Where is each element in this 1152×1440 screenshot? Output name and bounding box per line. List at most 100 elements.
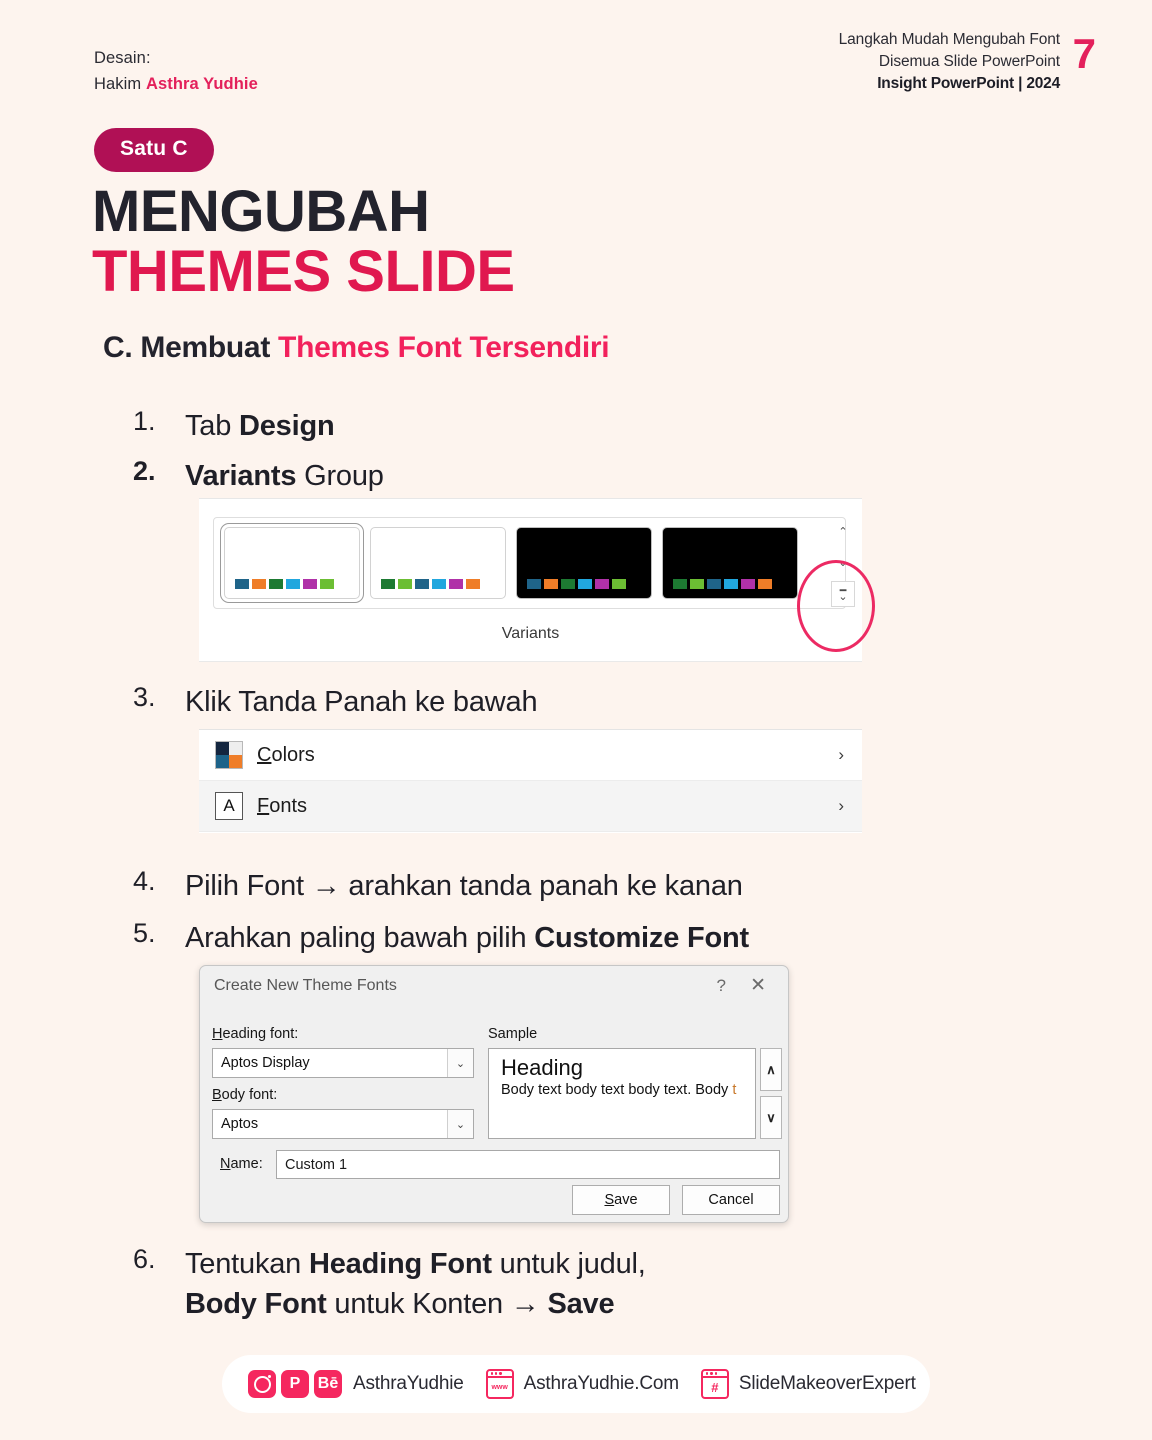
- variant-thumbnail[interactable]: [370, 527, 506, 599]
- color-swatch: [527, 579, 541, 589]
- section-badge: Satu C: [94, 128, 214, 172]
- window-titlebar: [487, 1371, 512, 1378]
- colors-icon-quadrant: [229, 742, 242, 755]
- step-text: Klik Tanda Panah ke bawah: [185, 686, 538, 718]
- variant-color-swatches: [235, 579, 334, 589]
- color-swatch: [303, 579, 317, 589]
- step-item-2: 2. Variants Group: [133, 456, 384, 496]
- section-heading-highlight: Themes Font Tersendiri: [278, 331, 610, 364]
- sample-body-text: Body text body text body text. Body t: [501, 1082, 737, 1098]
- dialog-title: Create New Theme Fonts: [214, 977, 397, 994]
- chevron-down-icon[interactable]: ⌄: [447, 1110, 473, 1138]
- colors-swatch-icon: [215, 741, 243, 769]
- variant-color-swatches: [673, 579, 772, 589]
- colors-icon-quadrant: [216, 742, 229, 755]
- topic-line-1: Langkah Mudah Mengubah Font: [838, 31, 1060, 48]
- step-item-1: 1. Tab Design: [133, 406, 335, 446]
- hash-glyph: #: [711, 1380, 719, 1395]
- page-title-line-2: THEMES SLIDE: [92, 239, 515, 304]
- sample-preview: Heading Body text body text body text. B…: [488, 1048, 756, 1139]
- sample-label: Sample: [488, 1026, 538, 1042]
- color-swatch: [449, 579, 463, 589]
- website-text: AsthraYudhie.Com: [523, 1373, 679, 1394]
- variant-thumbnail[interactable]: [516, 527, 652, 599]
- step-text: Tab Design: [185, 410, 335, 442]
- www-glyph: www: [491, 1384, 508, 1391]
- instagram-icon[interactable]: [248, 1370, 276, 1398]
- color-swatch: [252, 579, 266, 589]
- chevron-down-icon[interactable]: ⌄: [447, 1049, 473, 1077]
- variants-gallery-screenshot: ⌃ ⌄ ━ ⌄ Variants: [199, 498, 862, 662]
- colors-icon-quadrant: [229, 755, 242, 768]
- step-text: Variants Group: [185, 460, 384, 492]
- menu-item-fonts[interactable]: A Fonts ›: [199, 781, 862, 832]
- step-text: Arahkan paling bawah pilih Customize Fon…: [185, 922, 749, 954]
- section-heading: C. Membuat Themes Font Tersendiri: [103, 331, 610, 365]
- color-swatch: [286, 579, 300, 589]
- color-swatch: [673, 579, 687, 589]
- create-new-theme-fonts-dialog: Create New Theme Fonts ? ✕ Heading font:…: [199, 965, 789, 1223]
- scroll-up-icon[interactable]: ⌃: [831, 519, 855, 545]
- pinterest-icon[interactable]: P: [281, 1370, 309, 1398]
- color-swatch: [595, 579, 609, 589]
- chevron-right-icon: ›: [838, 796, 844, 815]
- color-swatch: [320, 579, 334, 589]
- topic-line-3: Insight PowerPoint | 2024: [877, 75, 1060, 92]
- sample-scrollbar[interactable]: ∧ ∨: [760, 1048, 782, 1139]
- color-swatch: [724, 579, 738, 589]
- variants-dropdown-menu: Colors › A Fonts ›: [199, 729, 862, 833]
- color-swatch: [235, 579, 249, 589]
- theme-name-input[interactable]: Custom 1: [276, 1150, 780, 1179]
- more-variants-dropdown-icon[interactable]: ━ ⌄: [831, 581, 855, 607]
- variant-color-swatches: [381, 579, 480, 589]
- community-icon[interactable]: #: [700, 1369, 729, 1399]
- step-number: 5.: [133, 918, 156, 948]
- step-number: 6.: [133, 1244, 156, 1274]
- color-swatch: [398, 579, 412, 589]
- page-title-line-1: MENGUBAH: [92, 179, 430, 244]
- step-number: 1.: [133, 406, 156, 436]
- heading-font-select[interactable]: Aptos Display ⌄: [212, 1048, 474, 1078]
- social-handle: AsthraYudhie: [353, 1373, 464, 1394]
- step-item-3: 3. Klik Tanda Panah ke bawah: [133, 682, 538, 722]
- cancel-button[interactable]: Cancel: [682, 1185, 780, 1215]
- color-swatch: [707, 579, 721, 589]
- step-number: 4.: [133, 866, 156, 896]
- color-swatch: [758, 579, 772, 589]
- color-swatch: [612, 579, 626, 589]
- color-swatch: [269, 579, 283, 589]
- variant-thumbnail[interactable]: [662, 527, 798, 599]
- close-icon[interactable]: ✕: [750, 974, 766, 997]
- designer-label: Desain:: [94, 49, 151, 67]
- variant-thumbnail[interactable]: [220, 523, 364, 603]
- designer-credit: Desain: Hakim Asthra Yudhie: [94, 46, 258, 97]
- designer-name: Hakim Asthra Yudhie: [94, 74, 258, 93]
- save-button[interactable]: Save: [572, 1185, 670, 1215]
- step-item-5: 5. Arahkan paling bawah pilih Customize …: [133, 918, 749, 958]
- step-text: Pilih Font → arahkan tanda panah ke kana…: [185, 870, 743, 902]
- page-number: 7: [1072, 30, 1096, 77]
- designer-name-highlight: Asthra Yudhie: [145, 74, 258, 93]
- website-icon[interactable]: www: [485, 1369, 514, 1399]
- help-icon[interactable]: ?: [717, 976, 726, 996]
- colors-icon-quadrant: [216, 755, 229, 768]
- body-font-select[interactable]: Aptos ⌄: [212, 1109, 474, 1139]
- step-number: 2.: [133, 456, 156, 486]
- name-label: Name:: [220, 1156, 263, 1172]
- section-heading-prefix: C. Membuat: [103, 331, 279, 364]
- color-swatch: [415, 579, 429, 589]
- step-text: Tentukan Heading Font untuk judul, Body F…: [185, 1248, 646, 1321]
- behance-icon[interactable]: Bē: [314, 1370, 342, 1398]
- body-font-label: Body font:: [212, 1087, 278, 1103]
- scroll-down-icon[interactable]: ⌄: [831, 550, 855, 576]
- window-titlebar: [702, 1371, 727, 1378]
- menu-item-colors-label: Colors: [257, 743, 315, 766]
- menu-item-colors[interactable]: Colors ›: [199, 730, 862, 781]
- sample-scroll-up-icon[interactable]: ∧: [760, 1048, 782, 1091]
- topic-line-2: Disemua Slide PowerPoint: [878, 53, 1060, 70]
- sample-scroll-down-icon[interactable]: ∨: [760, 1096, 782, 1139]
- variants-group-label: Variants: [501, 625, 560, 642]
- variants-scrollbar[interactable]: ⌃ ⌄ ━ ⌄: [830, 517, 856, 609]
- color-swatch: [544, 579, 558, 589]
- body-font-value: Aptos: [221, 1116, 259, 1132]
